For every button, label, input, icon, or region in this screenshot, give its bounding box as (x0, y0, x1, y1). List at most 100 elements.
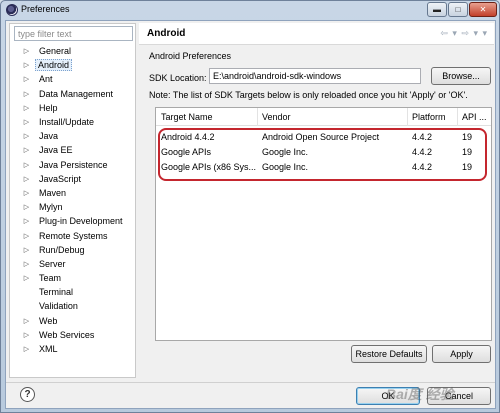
browse-button[interactable]: Browse... (431, 67, 491, 85)
tree-item[interactable]: ▷Validation (10, 299, 135, 313)
table-row[interactable]: Google APIs (x86 Sys... Google Inc. 4.4.2 1… (156, 161, 491, 175)
platform-cell: 4.4.2 (412, 147, 433, 157)
tree-item[interactable]: ▷ Maven (10, 186, 135, 200)
column-divider[interactable] (457, 108, 458, 126)
tree-item-label: Java EE (39, 145, 73, 156)
expand-arrow-icon[interactable]: ▷ (22, 61, 31, 69)
tree-item-label: Maven (39, 187, 67, 198)
tree-item[interactable]: ▷ Remote Systems (10, 228, 135, 242)
tree-item-label: Help (39, 102, 58, 113)
tree-item[interactable]: ▷ Run/Debug (10, 243, 135, 257)
preference-tree: ▷ General ▷ Android ▷ Ant ▷ Data Management ▷ Hel… (10, 44, 135, 356)
tree-item[interactable]: ▷ Plug-in Development (10, 214, 135, 228)
target-name-cell: Google APIs (x86 Sys... (161, 162, 257, 172)
close-window-button[interactable]: ✕ (469, 2, 497, 17)
tree-item[interactable]: ▷ Java EE (10, 143, 135, 157)
tree-item-label: Server (39, 258, 66, 269)
tree-item-label: Java (39, 131, 59, 142)
tree-item[interactable]: ▷ Android (10, 58, 135, 72)
target-name-cell: Android 4.4.2 (161, 132, 215, 142)
page-header: Android ⇦ ▾ ⇨ ▾ ▾ (139, 23, 494, 45)
column-header-api[interactable]: API ... (462, 112, 488, 122)
expand-arrow-icon[interactable]: ▷ (22, 161, 31, 169)
maximize-button[interactable]: □ (448, 2, 468, 17)
restore-defaults-button[interactable]: Restore Defaults (351, 345, 427, 363)
dialog-client-area: ▷ General ▷ Android ▷ Ant ▷ Data Management ▷ Hel… (5, 20, 496, 409)
tree-item-label: Web (39, 315, 58, 326)
target-name-cell: Google APIs (161, 147, 212, 157)
expand-arrow-icon[interactable]: ▷ (22, 146, 31, 154)
tree-item-label: Android (35, 59, 73, 72)
table-row[interactable]: Google APIs Google Inc. 4.4.2 19 (156, 146, 491, 160)
expand-arrow-icon[interactable]: ▷ (22, 104, 31, 112)
tree-item[interactable]: ▷ Java Persistence (10, 158, 135, 172)
expand-arrow-icon[interactable]: ▷ (22, 132, 31, 140)
tree-item[interactable]: ▷ General (10, 44, 135, 58)
tree-item[interactable]: ▷ XML (10, 342, 135, 356)
tree-item[interactable]: ▷ Mylyn (10, 200, 135, 214)
sdk-location-label: SDK Location: (149, 73, 207, 83)
tree-item-label: Terminal (39, 287, 74, 298)
expand-arrow-icon[interactable]: ▷ (22, 175, 31, 183)
expand-arrow-icon[interactable]: ▷ (22, 189, 31, 197)
expand-arrow-icon[interactable]: ▷ (22, 118, 31, 126)
table-header: Target Name Vendor Platform API ... (156, 108, 491, 126)
vendor-cell: Google Inc. (262, 147, 309, 157)
expand-arrow-icon[interactable]: ▷ (22, 246, 31, 254)
api-level-cell: 19 (462, 162, 473, 172)
button-bar-divider (6, 382, 495, 383)
expand-arrow-icon[interactable]: ▷ (22, 90, 31, 98)
api-level-cell: 19 (462, 132, 473, 142)
history-nav-icon[interactable]: ⇦ ▾ ⇨ ▾ ▾ (440, 28, 488, 39)
expand-arrow-icon[interactable]: ▷ (22, 317, 31, 325)
sdk-location-input[interactable] (209, 68, 421, 84)
tree-item[interactable]: ▷ Web (10, 314, 135, 328)
preferences-window: Preferences ▬ □ ✕ ▷ General ▷ Android ▷ Ant ▷ D… (0, 0, 500, 413)
minimize-button[interactable]: ▬ (427, 2, 447, 17)
expand-arrow-icon[interactable]: ▷ (22, 47, 31, 55)
expand-arrow-icon[interactable]: ▷ (22, 75, 31, 83)
tree-item-label: Validation (39, 301, 78, 312)
tree-item-label: Web Services (39, 329, 95, 340)
expand-arrow-icon[interactable]: ▷ (22, 217, 31, 225)
tree-item[interactable]: ▷ Help (10, 101, 135, 115)
tree-item-label: Install/Update (39, 117, 95, 128)
tree-item[interactable]: ▷ Ant (10, 72, 135, 86)
tree-item[interactable]: ▷ Install/Update (10, 115, 135, 129)
tree-item[interactable]: ▷Terminal (10, 285, 135, 299)
platform-cell: 4.4.2 (412, 132, 433, 142)
api-level-cell: 19 (462, 147, 473, 157)
vendor-cell: Android Open Source Project (262, 132, 380, 142)
apply-button[interactable]: Apply (432, 345, 491, 363)
expand-arrow-icon[interactable]: ▷ (22, 260, 31, 268)
tree-item[interactable]: ▷ Web Services (10, 328, 135, 342)
table-row[interactable]: Android 4.4.2 Android Open Source Project… (156, 131, 491, 145)
tree-item[interactable]: ▷ Java (10, 129, 135, 143)
tree-item[interactable]: ▷ Team (10, 271, 135, 285)
android-preferences-page: Android ⇦ ▾ ⇨ ▾ ▾ Android Preferences SD… (139, 23, 494, 378)
expand-arrow-icon[interactable]: ▷ (22, 331, 31, 339)
column-divider[interactable] (257, 108, 258, 126)
tree-item-label: Data Management (39, 88, 114, 99)
tree-item-label: Java Persistence (39, 159, 108, 170)
column-header-platform[interactable]: Platform (412, 112, 456, 122)
expand-arrow-icon[interactable]: ▷ (22, 274, 31, 282)
expand-arrow-icon[interactable]: ▷ (22, 345, 31, 353)
title-bar: Preferences ▬ □ ✕ (1, 1, 499, 19)
column-divider[interactable] (407, 108, 408, 126)
tree-item-label: General (39, 46, 72, 57)
expand-arrow-icon[interactable]: ▷ (22, 203, 31, 211)
tree-item-label: JavaScript (39, 173, 82, 184)
tree-item[interactable]: ▷ JavaScript (10, 172, 135, 186)
tree-item-label: Mylyn (39, 202, 63, 213)
tree-item[interactable]: ▷ Data Management (10, 87, 135, 101)
filter-input[interactable] (14, 26, 133, 41)
column-header-target-name[interactable]: Target Name (161, 112, 257, 122)
tree-item[interactable]: ▷ Server (10, 257, 135, 271)
tree-item-label: Run/Debug (39, 244, 85, 255)
expand-arrow-icon[interactable]: ▷ (22, 232, 31, 240)
column-header-vendor[interactable]: Vendor (262, 112, 410, 122)
tree-item-label: XML (39, 344, 58, 355)
help-icon[interactable]: ? (20, 387, 35, 402)
tree-item-label: Team (39, 273, 62, 284)
